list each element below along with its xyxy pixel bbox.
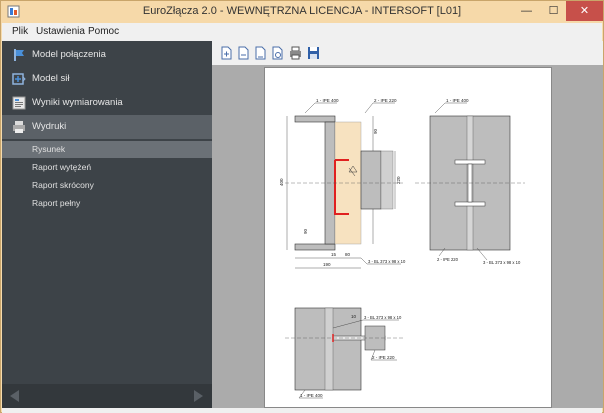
flag-icon xyxy=(14,49,24,61)
menu-bar: Plik Ustawienia Pomoc xyxy=(2,23,602,41)
app-window: EuroZłącza 2.0 - WEWNĘTRZNA LICENCJA - I… xyxy=(0,0,604,413)
sidebar-item-model-sil[interactable]: Model sił xyxy=(2,67,212,91)
label-ipe400-plan: 1 - IPE 400 xyxy=(300,393,323,398)
dim-10: 10 xyxy=(351,314,357,319)
printer-icon xyxy=(13,121,25,133)
dim-220: 220 xyxy=(396,176,401,184)
subitem-label: Rysunek xyxy=(32,144,66,154)
sidebar-item-wyniki[interactable]: Wyniki wymiarowania xyxy=(2,91,212,115)
label-plate-front: 3 - BL 373 x 98 x 10 xyxy=(368,259,406,264)
sidebar-item-model-polaczenia[interactable]: Model połączenia xyxy=(2,43,212,67)
sidebar-item-label: Wyniki wymiarowania xyxy=(32,97,123,108)
dim-80: 80 xyxy=(345,252,351,257)
label-ipe400-side: 1 - IPE 400 xyxy=(446,98,469,103)
dim-15: 15 xyxy=(331,252,337,257)
toolbar xyxy=(212,41,603,65)
plan-view: 3 - BL 373 x 98 x 10 2 - IPE 220 1 - IPE… xyxy=(285,307,405,399)
front-view: 1 - IPE 400 2 - IPE 220 3 - BL 373 x 98 … xyxy=(279,98,406,269)
sidebar-item-label: Wydruki xyxy=(32,121,67,132)
results-icon xyxy=(12,96,26,110)
dim-400: 400 xyxy=(279,178,284,186)
subitem-label: Raport pełny xyxy=(32,198,81,208)
sidebar-footer xyxy=(2,384,212,408)
main-panel: 1 - IPE 400 2 - IPE 220 3 - BL 373 x 98 … xyxy=(212,41,603,408)
new-document-icon[interactable] xyxy=(220,46,233,60)
side-view: 1 - IPE 400 3 - BL 373 x 98 x 10 2 - IPE… xyxy=(415,98,525,265)
subitem-raport-skrocony[interactable]: Raport skrócony xyxy=(2,177,212,194)
preview-icon[interactable] xyxy=(271,46,284,60)
sidebar: Model połączenia Model sił Wyniki wymiar… xyxy=(2,41,212,408)
label-ipe220-front: 2 - IPE 220 xyxy=(374,98,397,103)
connection-drawing: 1 - IPE 400 2 - IPE 220 3 - BL 373 x 98 … xyxy=(279,98,525,399)
menu-ustawienia[interactable]: Ustawienia xyxy=(36,26,85,37)
forces-icon xyxy=(12,73,26,85)
minimize-button[interactable]: — xyxy=(513,1,540,21)
forward-arrow-icon[interactable] xyxy=(194,390,203,402)
drawing-page: 1 - IPE 400 2 - IPE 220 3 - BL 373 x 98 … xyxy=(264,67,552,408)
label-ipe220-side: 2 - IPE 220 xyxy=(437,257,459,262)
print-icon[interactable] xyxy=(289,46,302,60)
sidebar-item-label: Model połączenia xyxy=(32,49,106,60)
label-ipe400-front: 1 - IPE 400 xyxy=(316,98,339,103)
page-icon[interactable] xyxy=(254,46,267,60)
dim-190: 190 xyxy=(323,262,331,267)
dim-90a: 90 xyxy=(373,128,378,134)
close-button[interactable]: ✕ xyxy=(566,1,603,21)
title-bar[interactable]: EuroZłącza 2.0 - WEWNĘTRZNA LICENCJA - I… xyxy=(1,1,603,23)
subitem-raport-wytezen[interactable]: Raport wytężeń xyxy=(2,159,212,176)
subitem-raport-pelny[interactable]: Raport pełny xyxy=(2,195,212,212)
label-ipe220-plan: 2 - IPE 220 xyxy=(372,355,395,360)
status-bar xyxy=(2,408,602,413)
label-plate-plan: 3 - BL 373 x 98 x 10 xyxy=(364,315,402,320)
menu-pomoc[interactable]: Pomoc xyxy=(88,26,119,37)
open-document-icon[interactable] xyxy=(237,46,250,60)
save-icon[interactable] xyxy=(307,46,320,60)
subitem-rysunek[interactable]: Rysunek xyxy=(2,141,212,158)
back-arrow-icon[interactable] xyxy=(10,390,19,402)
subitem-label: Raport wytężeń xyxy=(32,162,92,172)
label-plate-side: 3 - BL 373 x 98 x 10 xyxy=(483,260,521,265)
sidebar-item-label: Model sił xyxy=(32,73,70,84)
sidebar-item-wydruki[interactable]: Wydruki xyxy=(2,115,212,139)
dim-90b: 90 xyxy=(303,228,308,234)
menu-plik[interactable]: Plik xyxy=(12,26,28,37)
maximize-button[interactable]: ☐ xyxy=(540,1,567,21)
subitem-label: Raport skrócony xyxy=(32,180,94,190)
